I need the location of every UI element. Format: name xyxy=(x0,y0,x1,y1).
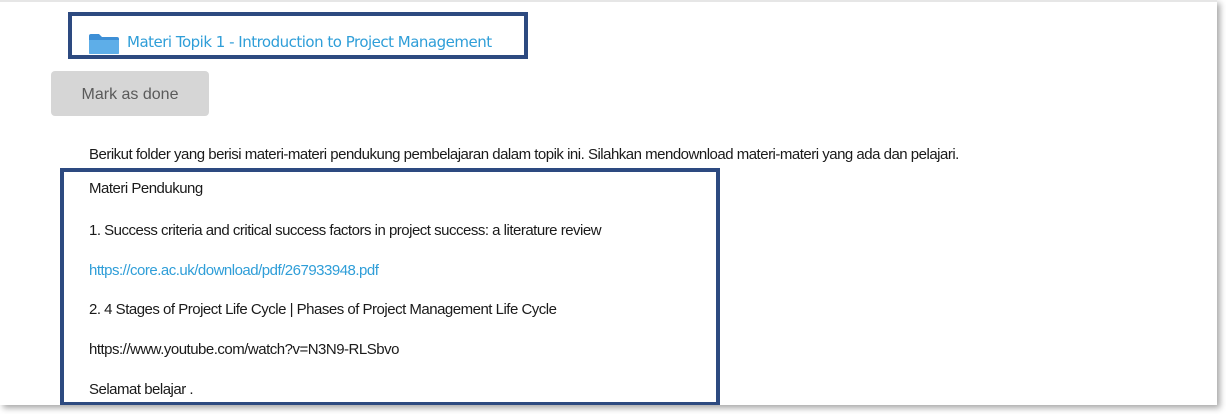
closing-text: Selamat belajar . xyxy=(89,381,194,398)
material-item-2-title: 2. 4 Stages of Project Life Cycle | Phas… xyxy=(89,301,557,318)
material-item-1-title: 1. Success criteria and critical success… xyxy=(89,222,602,239)
folder-icon[interactable] xyxy=(88,33,120,55)
materials-highlight-box xyxy=(60,168,720,405)
activity-description: Berikut folder yang berisi materi-materi… xyxy=(89,146,959,163)
mark-as-done-button[interactable]: Mark as done xyxy=(51,71,209,116)
materials-heading: Materi Pendukung xyxy=(89,180,203,197)
material-item-2-url: https://www.youtube.com/watch?v=N3N9-RLS… xyxy=(89,341,399,358)
material-item-1-link[interactable]: https://core.ac.uk/download/pdf/26793394… xyxy=(89,262,379,279)
activity-title-link[interactable]: Materi Topik 1 - Introduction to Project… xyxy=(127,33,492,51)
course-activity-panel: Materi Topik 1 - Introduction to Project… xyxy=(0,0,1217,405)
